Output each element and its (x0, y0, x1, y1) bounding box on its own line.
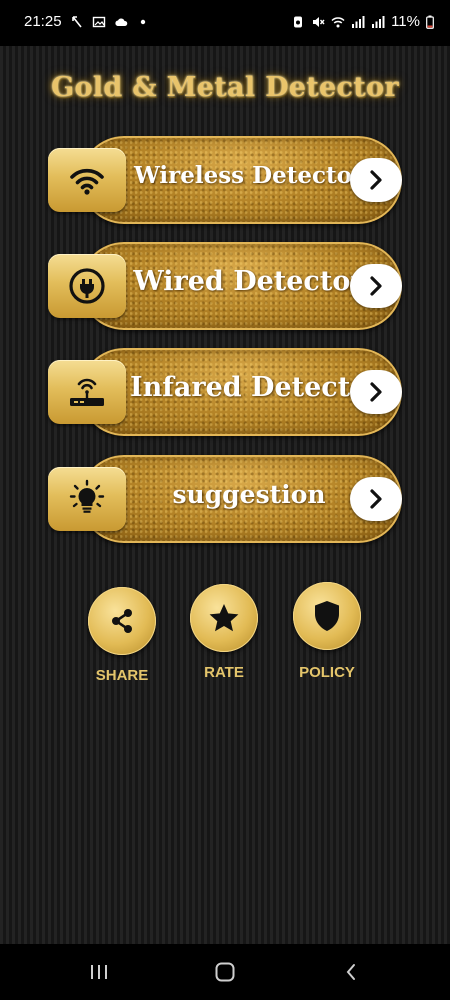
share-button[interactable] (88, 587, 156, 655)
mute-icon (313, 16, 325, 27)
signal-icon (372, 15, 385, 28)
alarm-icon (294, 16, 303, 27)
plug-icon (69, 268, 105, 304)
menu-item-wired-detector[interactable]: Wired Detector (48, 240, 402, 332)
chevron-right-icon (370, 276, 382, 296)
status-time: 21:25 (24, 13, 62, 30)
menu-icon-tile (48, 360, 126, 424)
rate-button[interactable] (190, 584, 258, 652)
menu-icon-tile (48, 254, 126, 318)
status-bar-left: 21:25 (24, 13, 150, 30)
app-title: Gold & Metal Detector (51, 72, 399, 103)
policy-button[interactable] (293, 582, 361, 650)
menu-item-infared-detector[interactable]: Infared Detector (48, 346, 402, 438)
recent-apps-icon (91, 965, 107, 979)
chevron-right-icon (370, 489, 382, 509)
cloud-icon (114, 18, 127, 26)
recent-apps-button[interactable] (84, 958, 114, 986)
menu-arrow-button[interactable] (350, 370, 402, 414)
dot-icon (140, 19, 145, 24)
gallery-icon (92, 16, 105, 27)
lightbulb-icon (69, 479, 105, 513)
wifi-icon (331, 16, 345, 27)
star-icon (209, 604, 239, 632)
status-bar: 21:25 11% (0, 0, 450, 46)
back-button[interactable] (336, 958, 366, 986)
battery-icon (426, 15, 434, 29)
battery-percentage: 11% (391, 13, 420, 30)
menu-item-label: Wireless Detector (133, 162, 365, 189)
menu-arrow-button[interactable] (350, 477, 402, 521)
screen: 21:25 11% Gold & Metal Detector Wireless… (0, 0, 450, 1000)
menu-item-label: suggestion (172, 480, 326, 509)
wifi-icon (70, 168, 104, 195)
menu-icon-tile (48, 467, 126, 531)
policy-label: POLICY (299, 664, 355, 681)
status-bar-right: 11% (291, 13, 434, 30)
router-icon (70, 378, 104, 406)
home-button[interactable] (210, 958, 240, 986)
share-label: SHARE (95, 667, 149, 684)
menu-icon-tile (48, 148, 126, 212)
menu-item-suggestion[interactable]: suggestion (48, 453, 402, 545)
menu-item-label: Infared Detector (130, 372, 383, 403)
menu-arrow-button[interactable] (350, 264, 402, 308)
shield-icon (315, 601, 339, 631)
back-icon (346, 964, 355, 980)
missed-call-icon (71, 15, 82, 27)
signal-icon (352, 15, 365, 28)
menu-item-wireless-detector[interactable]: Wireless Detector (48, 134, 402, 226)
system-nav-bar (0, 944, 450, 1000)
menu-item-label: Wired Detector (133, 266, 365, 297)
home-icon (215, 962, 235, 982)
menu-arrow-button[interactable] (350, 158, 402, 202)
share-icon (112, 609, 132, 633)
rate-label: RATE (204, 664, 244, 681)
chevron-right-icon (370, 170, 382, 190)
chevron-right-icon (370, 382, 382, 402)
